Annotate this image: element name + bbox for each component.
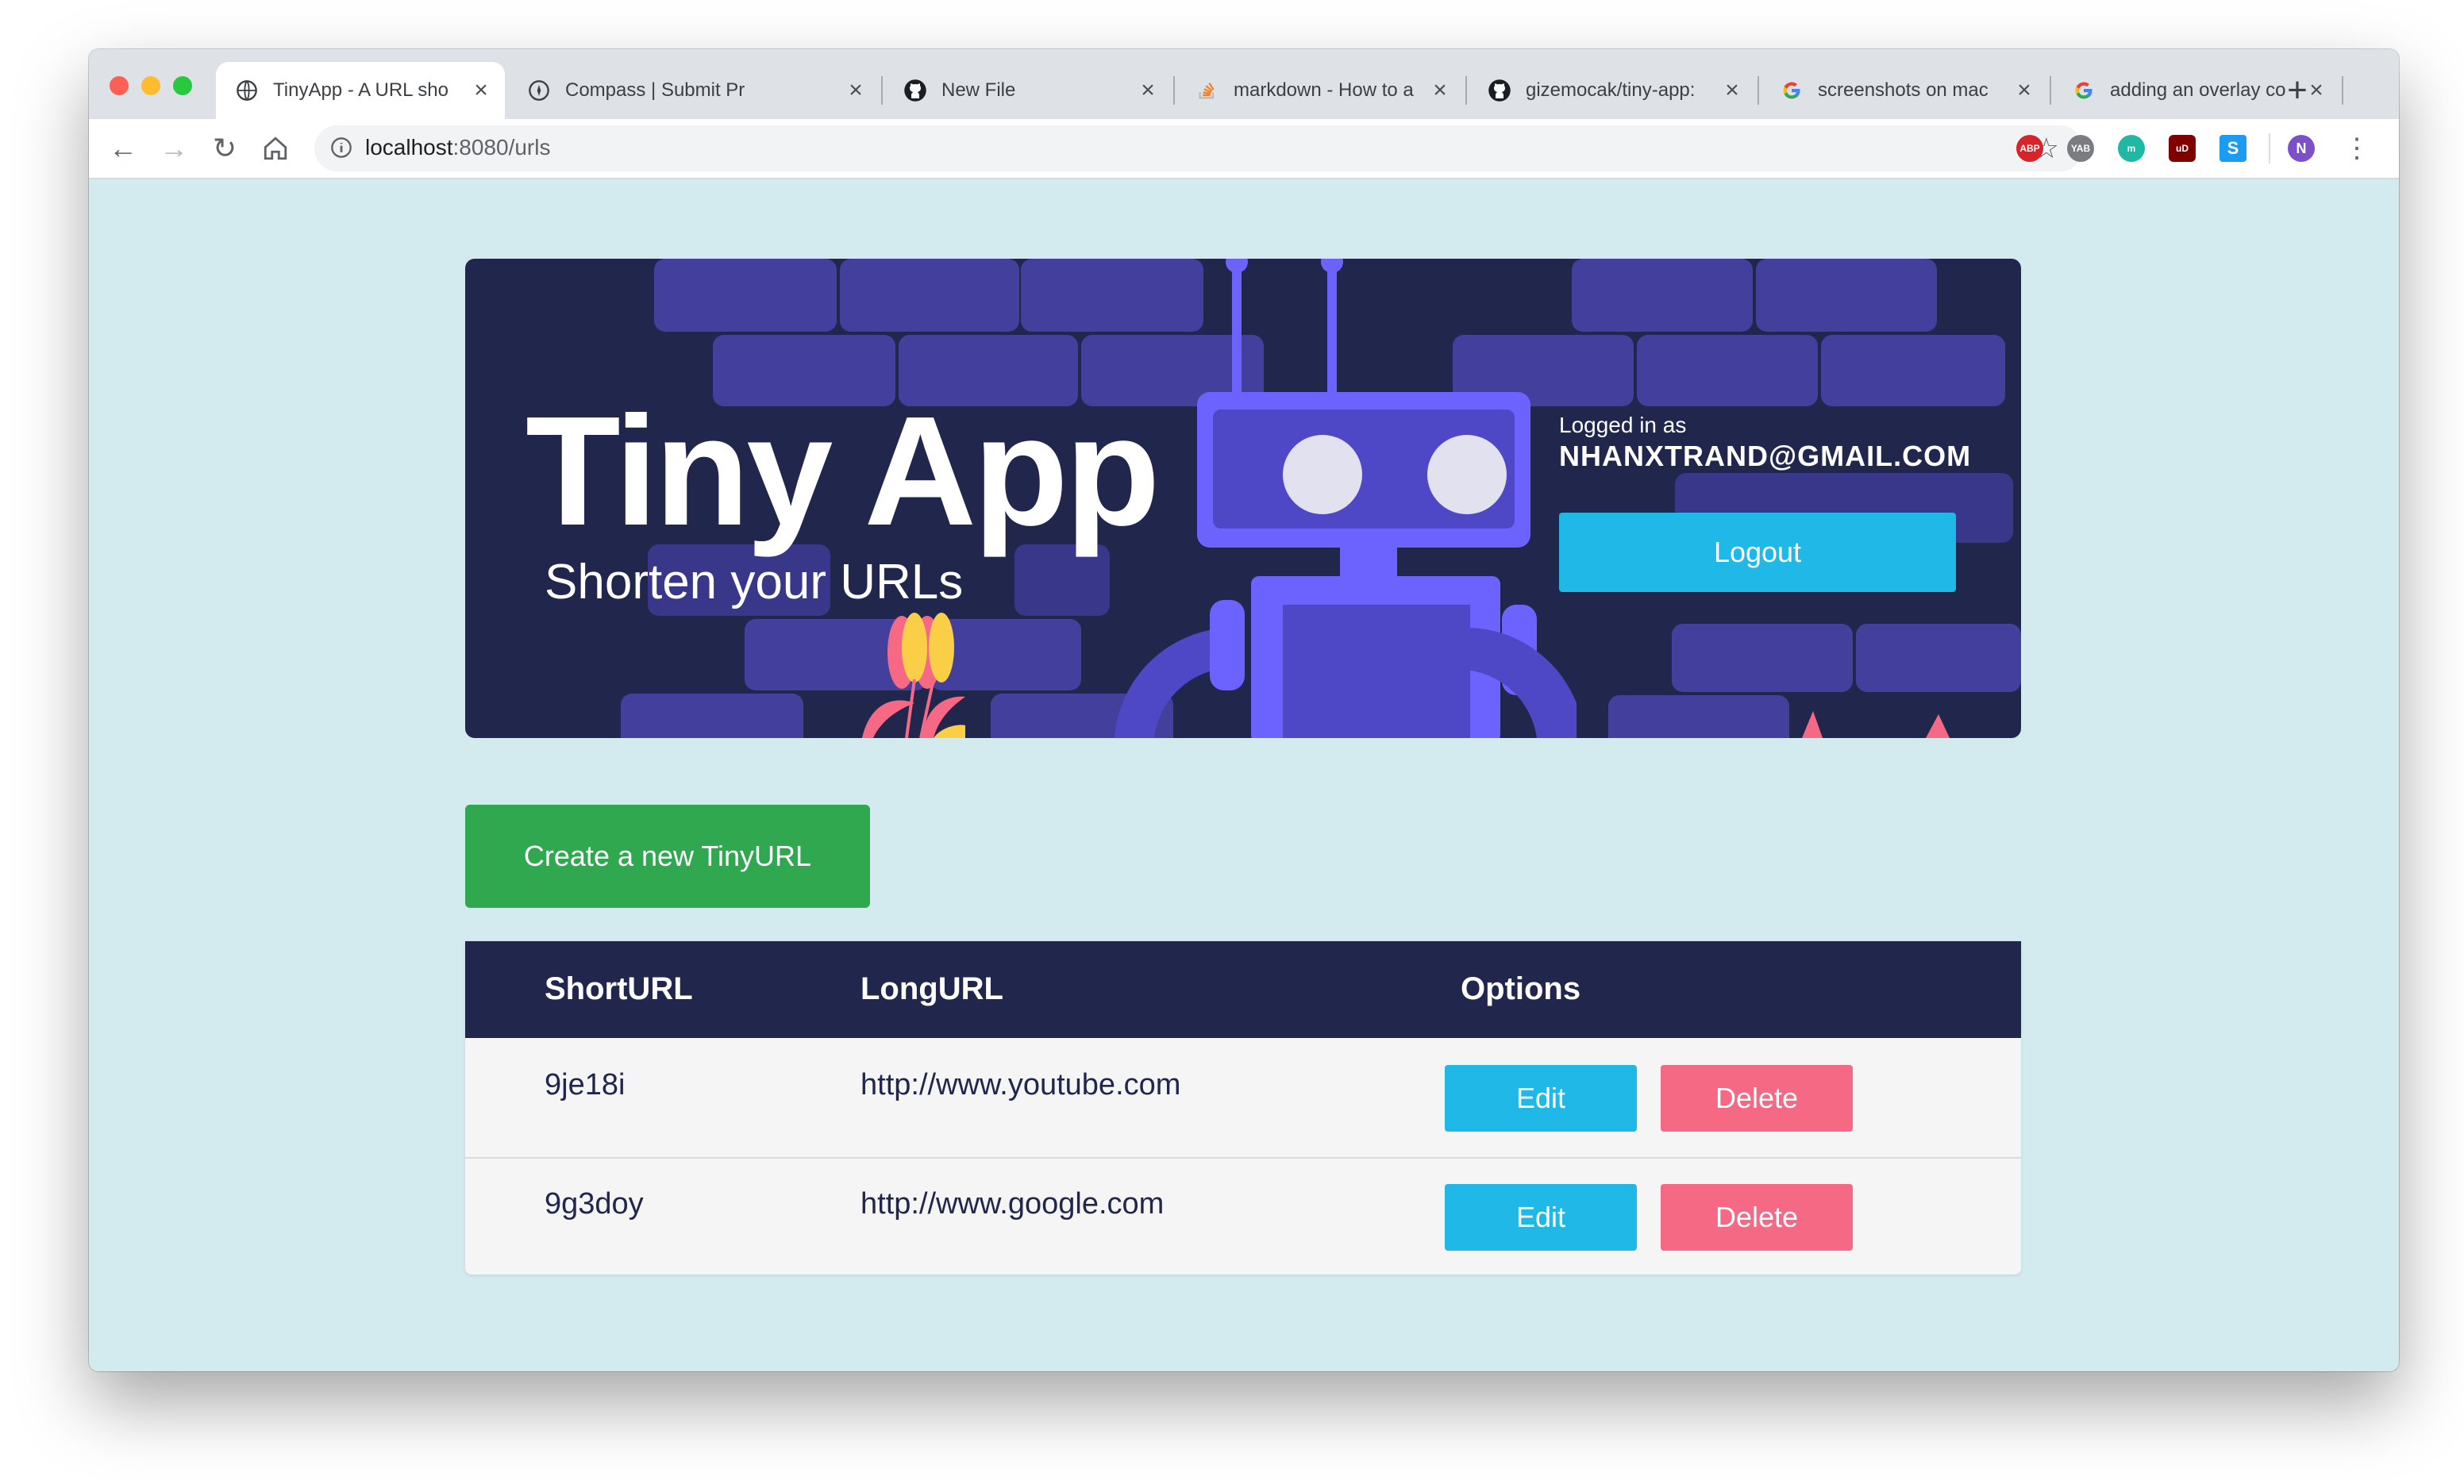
google-icon [1780,79,1804,102]
tab-divider [1465,76,1467,105]
toolbar-divider [2269,133,2270,163]
browser-toolbar: ← → ↻ localhost:8080/urls ☆ ABP YAB m uD… [89,119,2399,179]
tab-divider [2050,76,2051,105]
leaf-illustration [1802,711,1950,738]
edit-button[interactable]: Edit [1445,1184,1637,1251]
ublock-extension-icon[interactable]: uD [2169,135,2196,162]
zoom-window-button[interactable] [173,76,192,95]
tab-tinyapp[interactable]: TinyApp - A URL sho × [216,62,505,119]
brick [1572,259,1753,332]
tab-compass[interactable]: Compass | Submit Pr × [508,62,880,119]
mercury-extension-icon[interactable]: m [2118,135,2145,162]
tab-title: gizemocak/tiny-app: [1526,79,1696,101]
reload-icon[interactable]: ↻ [205,129,244,168]
github-icon [903,79,927,102]
github-icon [1488,79,1511,102]
tab-title: TinyApp - A URL sho [273,79,449,101]
brick [654,259,837,332]
home-icon[interactable] [256,129,295,168]
tab-screenshots[interactable]: screenshots on mac × [1761,62,2048,119]
s-extension-icon[interactable]: S [2220,135,2246,162]
brick [1856,624,2021,692]
edit-button[interactable]: Edit [1445,1065,1637,1132]
create-tinyurl-button[interactable]: Create a new TinyURL [465,805,870,908]
adblock-extension-icon[interactable]: ABP [2016,135,2043,162]
google-icon [2072,79,2096,102]
long-url-cell: http://www.google.com [860,1187,1165,1221]
logged-in-label: Logged in as [1559,413,1687,437]
column-header-shorturl: ShortURL [545,971,693,1006]
forward-icon[interactable]: → [154,129,194,168]
globe-icon [235,79,259,102]
url-host: localhost [365,135,453,160]
urls-table: ShortURL LongURL Options 9je18i http://w… [465,941,2021,1274]
close-tab-icon[interactable]: × [470,77,492,104]
short-url-cell: 9g3doy [545,1187,644,1221]
column-header-options: Options [1461,971,1581,1006]
tab-title: screenshots on mac [1818,79,1989,101]
url-path: :8080/urls [452,135,551,160]
close-tab-icon[interactable]: × [1137,77,1159,104]
tab-title: Compass | Submit Pr [565,79,745,101]
column-header-longurl: LongURL [860,971,1003,1006]
url-text: localhost:8080/urls [365,135,550,160]
tab-title: markdown - How to a [1234,79,1414,101]
short-url-cell: 9je18i [545,1068,626,1101]
brick [1756,259,1937,332]
close-tab-icon[interactable]: × [1429,77,1451,104]
stackoverflow-icon [1195,79,1219,102]
delete-button[interactable]: Delete [1661,1184,1853,1251]
delete-button[interactable]: Delete [1661,1065,1853,1132]
long-url-cell: http://www.youtube.com [860,1068,1181,1101]
table-row: 9je18i http://www.youtube.com Edit Delet… [465,1038,2021,1155]
minimize-window-button[interactable] [141,76,160,95]
tab-divider [881,76,883,105]
brick [1637,335,1818,406]
close-tab-icon[interactable]: × [845,77,867,104]
app-title: Tiny App [526,384,1161,558]
plant-illustration [862,613,965,738]
tab-markdown[interactable]: markdown - How to a × [1176,62,1464,119]
brick [1672,624,1853,692]
new-tab-button[interactable]: + [2275,68,2320,113]
user-email: NHANXTRAND@GMAIL.COM [1559,440,1972,472]
table-header: ShortURL LongURL Options [465,941,2021,1038]
tab-strip: TinyApp - A URL sho × Compass | Submit P… [89,49,2399,119]
info-icon[interactable] [330,136,352,159]
brick [1821,335,2005,406]
compass-icon [527,79,551,102]
close-tab-icon[interactable]: × [2013,77,2035,104]
tab-gizemocak[interactable]: gizemocak/tiny-app: × [1469,62,1756,119]
app-subtitle: Shorten your URLs [545,555,964,609]
browser-window: TinyApp - A URL sho × Compass | Submit P… [89,49,2399,1371]
menu-kebab-icon[interactable]: ⋮ [2337,129,2377,168]
table-row: 9g3doy http://www.google.com Edit Delete [465,1157,2021,1274]
close-tab-icon[interactable]: × [1721,77,1743,104]
tab-divider [2342,76,2343,105]
logout-button[interactable]: Logout [1559,513,1956,592]
hero-banner: Tiny App Shorten your URLs Logged in as … [465,259,2021,738]
page-content: Tiny App Shorten your URLs Logged in as … [89,179,2399,1371]
yab-extension-icon[interactable]: YAB [2067,135,2094,162]
close-window-button[interactable] [110,76,129,95]
brick [840,259,1019,332]
tab-divider [1173,76,1175,105]
profile-avatar[interactable]: N [2288,135,2315,162]
tab-new-file[interactable]: New File × [884,62,1172,119]
address-bar[interactable]: localhost:8080/urls ☆ [314,125,2083,171]
tab-title: New File [941,79,1016,101]
back-icon[interactable]: ← [103,129,143,168]
tab-divider [1758,76,1759,105]
brick [1608,695,1789,738]
